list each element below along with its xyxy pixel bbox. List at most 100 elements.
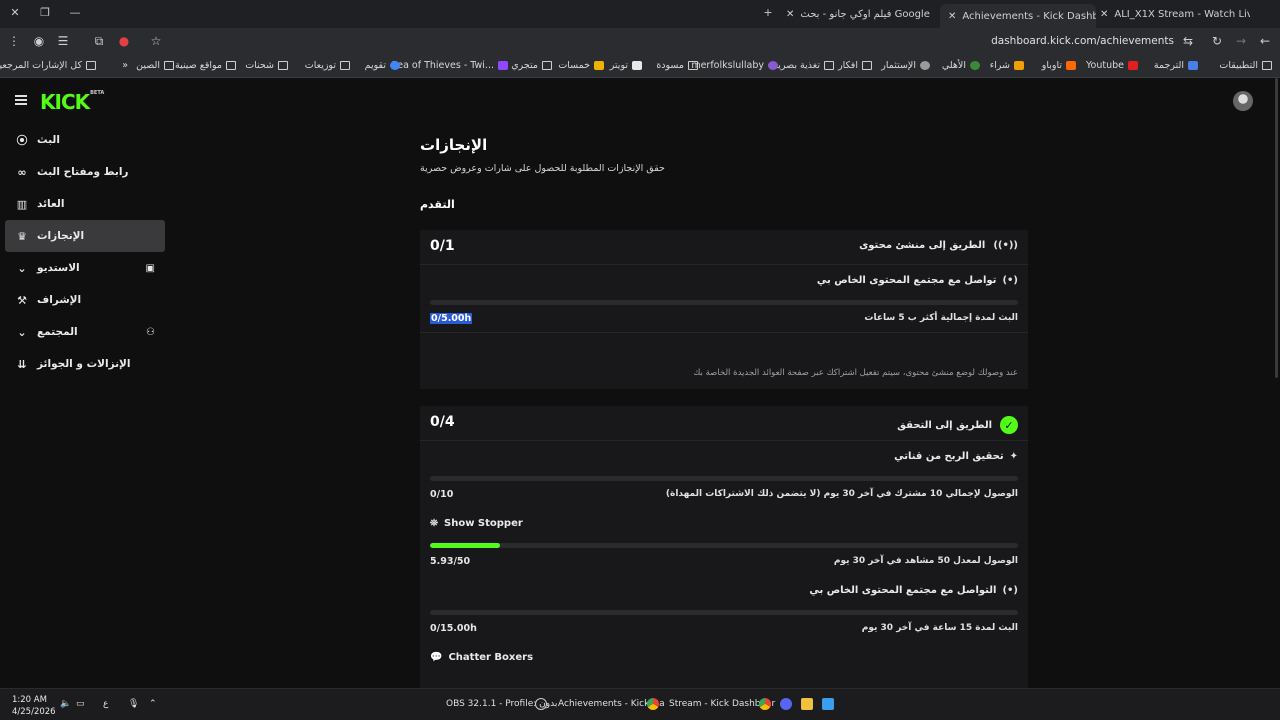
bookmark-item[interactable]: Sea of Thieves - Twi... [391,60,508,71]
windows-start-icon[interactable] [822,698,834,710]
card-header: 0/4 الطريق إلى التحقق ✓ [420,406,1028,440]
microphone-icon[interactable]: 🎙 [128,699,139,709]
back-icon[interactable]: ← [1257,34,1273,48]
extension-red-icon[interactable]: ● [116,34,132,48]
achievement-requirement: البث لمدة إجمالية أكثر ب 5 ساعات [864,313,1018,323]
close-window-icon[interactable]: ✕ [8,6,22,19]
bookmark-item[interactable]: مواقع صينية [175,60,236,71]
kick-logo[interactable]: KICKBETA [40,90,104,114]
bookmark-item[interactable]: merfolkslullaby [691,60,778,71]
achievement-title: ⛯ Show Stopper [430,518,523,529]
bookmark-item[interactable]: تغذية بصرية [773,60,834,71]
network-icon[interactable]: ▭ [76,699,85,709]
achievement-requirement: الوصول لإجمالي 10 مشترك في آخر 30 يوم (ل… [665,489,1018,499]
profile-icon[interactable]: ◉ [31,34,47,48]
folder-icon [824,61,834,70]
achievement-item: تواصل مع مجتمع المحتوى الخاص بي (•) البث… [420,265,1028,332]
sidebar-item-achievements[interactable]: ♛ الإنجازات [5,220,165,252]
sidebar-item-moderation[interactable]: ⚒ الإشراف [5,284,165,316]
sidebar-item-stream-key[interactable]: ∞ رابط ومفتاح البث [5,156,165,188]
taskbar-clock[interactable]: 1:20 AM 4/25/2026 [12,694,56,718]
restore-window-icon[interactable]: ❐ [38,6,52,19]
folder-icon [340,61,350,70]
close-tab-icon[interactable]: ✕ [1100,9,1108,20]
page-scrollbar[interactable] [1275,78,1278,378]
sidebar-item-drops[interactable]: ⇊ الإنزالات و الجوائز [5,348,165,380]
achievement-title: تحقيق الربح من قناتي ✦ [894,451,1018,462]
achievement-title: 💬 Chatter Boxers [430,652,534,663]
chrome-icon[interactable] [759,698,771,710]
tab-achievements[interactable]: ✕ Achievements - Kick Dashboard [940,4,1096,28]
chrome-icon[interactable] [647,698,659,710]
volume-icon[interactable]: 🔈 [60,699,71,709]
bookmark-item[interactable]: تقويم [365,60,400,71]
sparkle-icon: ✦ [1009,451,1018,462]
site-settings-icon[interactable]: ⇆ [1180,34,1196,48]
bookmark-item[interactable]: الإستثمار [881,60,930,71]
achievement-requirement: الوصول لمعدل 50 مشاهد في آخر 30 يوم [833,556,1018,566]
more-bookmarks-chevron-icon[interactable]: » [122,60,128,71]
language-indicator[interactable]: ع [103,699,108,709]
shop-icon [1014,61,1024,70]
achievement-value: 0/15.00h [430,623,477,634]
folder-icon [862,61,872,70]
link-icon: ∞ [17,165,27,179]
new-tab-icon[interactable]: + [761,6,775,19]
browser-tab-bar: ✕ ❐ — + ✕ فيلم اوكي جانو - بحث Google ✕ … [0,0,1280,28]
bookmark-item[interactable]: الأهلي [942,60,980,71]
youtube-icon [1128,61,1138,70]
bookmark-item[interactable]: الترجمة [1154,60,1198,71]
divider [420,332,1028,333]
bookmark-item[interactable]: توزيعات [305,60,350,71]
menu-dots-icon[interactable]: ⋮ [6,34,22,48]
bookmark-item[interactable]: التطبيقات [1219,60,1272,71]
file-explorer-icon[interactable] [801,698,813,710]
extensions-icon[interactable]: ⧉ [91,34,107,49]
close-tab-icon[interactable]: ✕ [948,11,956,22]
translate-icon [1188,61,1198,70]
bookmark-star-icon[interactable]: ☆ [148,34,164,48]
hamburger-menu-icon[interactable] [15,95,27,105]
discord-icon[interactable] [780,698,792,710]
reload-icon[interactable]: ↻ [1209,34,1225,48]
bookmark-item[interactable]: متجري [511,60,552,71]
achievement-value: 5.93/50 [430,556,471,567]
tray-chevron-up-icon[interactable]: ⌃ [149,699,157,709]
sidebar-item-revenue[interactable]: ▥ العائد [5,188,165,220]
bookmark-item[interactable]: مسودة [656,60,698,71]
clock-date: 4/25/2026 [12,707,56,717]
progress-bar [430,476,1018,481]
close-tab-icon[interactable]: ✕ [786,9,794,20]
bookmark-item[interactable]: تاوباو [1042,60,1076,71]
bookmark-item[interactable]: افكار [838,60,872,71]
bookmark-item[interactable]: كل الإشارات المرجعية [0,60,96,71]
bookmark-item[interactable]: شراء [990,60,1024,71]
bookmark-item[interactable]: Youtube [1086,60,1138,71]
bookmark-item[interactable]: خمسات [558,60,604,71]
progress-bar [430,543,1018,548]
bookmark-item[interactable]: شحنات [245,60,288,71]
forward-icon[interactable]: → [1233,34,1249,48]
sidebar-item-studio[interactable]: ⌄ الاستديو ▣ [5,252,165,284]
sidebar-item-community[interactable]: ⌄ المجتمع ⚇ [5,316,165,348]
sidebar-item-label: الإشراف [37,294,82,306]
achievement-item: تحقيق الربح من قناتي ✦ الوصول لإجمالي 10… [420,441,1028,508]
sidebar-item-stream[interactable]: ⦿ البث [5,124,165,156]
bookmark-item[interactable]: الصين [136,60,174,71]
minimize-window-icon[interactable]: — [68,6,82,19]
apps-grid-icon [1262,61,1272,70]
avatar[interactable] [1233,91,1253,111]
page-subtitle: حقق الإنجازات المطلوبة للحصول على شارات … [420,163,665,174]
drops-icon: ⇊ [17,357,27,371]
sidebar-item-label: الاستديو [37,262,80,274]
tab-ali-stream[interactable]: ✕ ALI_X1X Stream - Watch Live on [1100,4,1250,24]
card-count: 0/4 [430,414,455,430]
tab-google-search[interactable]: ✕ فيلم اوكي جانو - بحث Google [786,4,934,24]
url-field[interactable]: dashboard.kick.com/achievements [991,35,1174,47]
tab-label: Achievements - Kick Dashboard [962,10,1096,22]
tune-icon[interactable]: ☰ [55,34,71,48]
obs-icon[interactable] [535,698,547,710]
calendar-icon [390,61,400,70]
bookmark-item[interactable]: تويتر [610,60,642,71]
dashboard-page: KICKBETA ⦿ البث ∞ رابط ومفتاح البث ▥ الع… [0,78,1280,696]
